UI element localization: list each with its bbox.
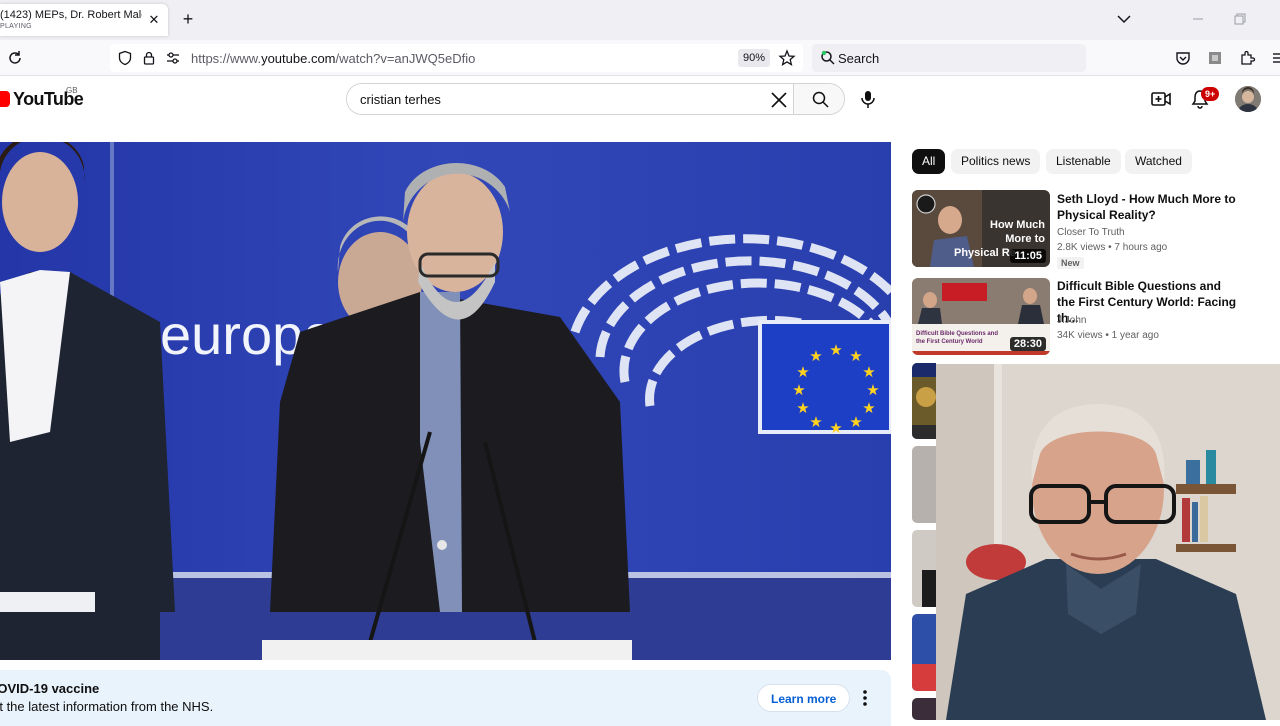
page-permissions-icon[interactable] [165,50,181,66]
bookmark-star-icon[interactable] [778,49,796,67]
extensions-puzzle-icon[interactable] [1238,49,1256,67]
video-frame: ★ ★ ★ ★ ★ ★ ★ ★ ★ ★ ★ ★ europa [0,142,891,660]
new-tab-button[interactable]: + [178,9,198,29]
microphone-icon[interactable] [857,88,879,110]
video-meta: 2.8K views • 7 hours ago [1057,242,1168,253]
recommendation-item[interactable]: Difficult Bible Questions and the First … [912,278,1242,358]
reload-icon[interactable] [6,49,24,67]
browser-tab-bar: (1423) MEPs, Dr. Robert Malone PLAYING ✕… [0,0,1280,40]
notification-count-badge: 9+ [1201,87,1220,101]
thumbnail-text-line-2: the First Century World [916,339,983,345]
svg-text:★: ★ [796,400,809,417]
video-thumbnail[interactable] [912,614,936,691]
svg-text:★: ★ [792,382,805,399]
video-thumbnail[interactable]: Difficult Bible Questions and the First … [912,278,1050,355]
extension-icon[interactable] [1206,49,1224,67]
new-badge: New [1057,257,1084,269]
video-thumbnail[interactable] [912,530,936,607]
thumbnail-text-line-1: How Much [990,219,1045,231]
svg-text:★: ★ [829,420,842,437]
youtube-logo[interactable]: YouTube GB [0,86,84,111]
svg-text:★: ★ [796,364,809,381]
chip-politics-news[interactable]: Politics news [951,149,1041,174]
browser-search-box[interactable]: Search [812,44,1086,72]
minimize-window-icon[interactable] [1190,12,1206,26]
chip-all[interactable]: All [912,149,946,174]
youtube-search-box [346,83,845,115]
svg-text:★: ★ [829,342,842,359]
thumbnail-text-line-1: Difficult Bible Questions and [916,331,998,337]
search-icon [812,91,829,108]
browser-tab-active[interactable]: (1423) MEPs, Dr. Robert Malone PLAYING ✕ [0,4,168,36]
channel-name[interactable]: Closer To Truth [1057,227,1125,238]
svg-text:★: ★ [809,348,822,365]
channel-name[interactable]: J.John [1057,315,1086,326]
pocket-icon[interactable] [1174,49,1192,67]
video-meta: 34K views • 1 year ago [1057,330,1159,341]
video-title[interactable]: Seth Lloyd - How Much More to Physical R… [1057,191,1242,223]
svg-text:★: ★ [809,414,822,431]
clear-search-icon[interactable] [768,89,790,111]
youtube-play-logo-icon [0,91,10,107]
svg-text:★: ★ [862,400,875,417]
zoom-level-indicator[interactable]: 90% [738,49,771,67]
browser-navigation-bar: https://www.youtube.com/watch?v=anJWQ5eD… [0,40,1280,76]
youtube-search-button[interactable] [793,84,844,114]
video-player[interactable]: ★ ★ ★ ★ ★ ★ ★ ★ ★ ★ ★ ★ europa [0,142,891,660]
svg-text:★: ★ [866,382,879,399]
ad-subtitle: Get the latest information from the NHS. [0,699,214,714]
svg-text:★: ★ [849,348,862,365]
address-bar[interactable]: https://www.youtube.com/watch?v=anJWQ5eD… [110,44,803,72]
create-video-icon[interactable] [1150,89,1172,109]
recommendation-item[interactable]: How Much More to Physical Re 11:05 Seth … [912,190,1242,270]
url-text[interactable]: https://www.youtube.com/watch?v=anJWQ5eD… [191,51,475,66]
chip-listenable[interactable]: Listenable [1046,149,1121,174]
tab-playing-label: PLAYING [0,23,32,30]
svg-text:★: ★ [849,414,862,431]
close-tab-icon[interactable]: ✕ [146,12,162,28]
ad-banner[interactable]: COVID-19 vaccine Get the latest informat… [0,670,891,726]
learn-more-button[interactable]: Learn more [757,684,851,712]
video-duration: 11:05 [1010,249,1046,263]
ad-title: COVID-19 vaccine [0,681,100,696]
lock-icon[interactable] [141,50,157,66]
region-code: GB [66,86,78,95]
svg-text:★: ★ [862,364,875,381]
search-engine-icon [821,50,835,65]
tab-title: (1423) MEPs, Dr. Robert Malone [0,9,142,21]
webcam-overlay [936,364,1280,720]
tracking-protection-shield-icon[interactable] [117,50,133,66]
restore-window-icon[interactable] [1232,12,1248,26]
more-options-icon[interactable] [856,687,874,709]
chevron-down-icon[interactable] [1114,10,1134,28]
video-thumbnail[interactable] [912,698,936,720]
account-avatar[interactable] [1235,86,1261,112]
webcam-feed [936,364,1280,720]
youtube-search-input[interactable] [347,84,767,114]
video-thumbnail[interactable] [912,363,936,439]
video-thumbnail[interactable] [912,446,936,523]
video-thumbnail[interactable]: How Much More to Physical Re 11:05 [912,190,1050,267]
thumbnail-text-line-3: Physical Re [954,247,1016,259]
chip-watched[interactable]: Watched [1125,149,1192,174]
browser-search-placeholder: Search [838,51,880,66]
app-menu-icon[interactable] [1268,49,1280,67]
thumbnail-text-line-2: More to [1005,233,1045,245]
video-duration: 28:30 [1009,337,1046,351]
